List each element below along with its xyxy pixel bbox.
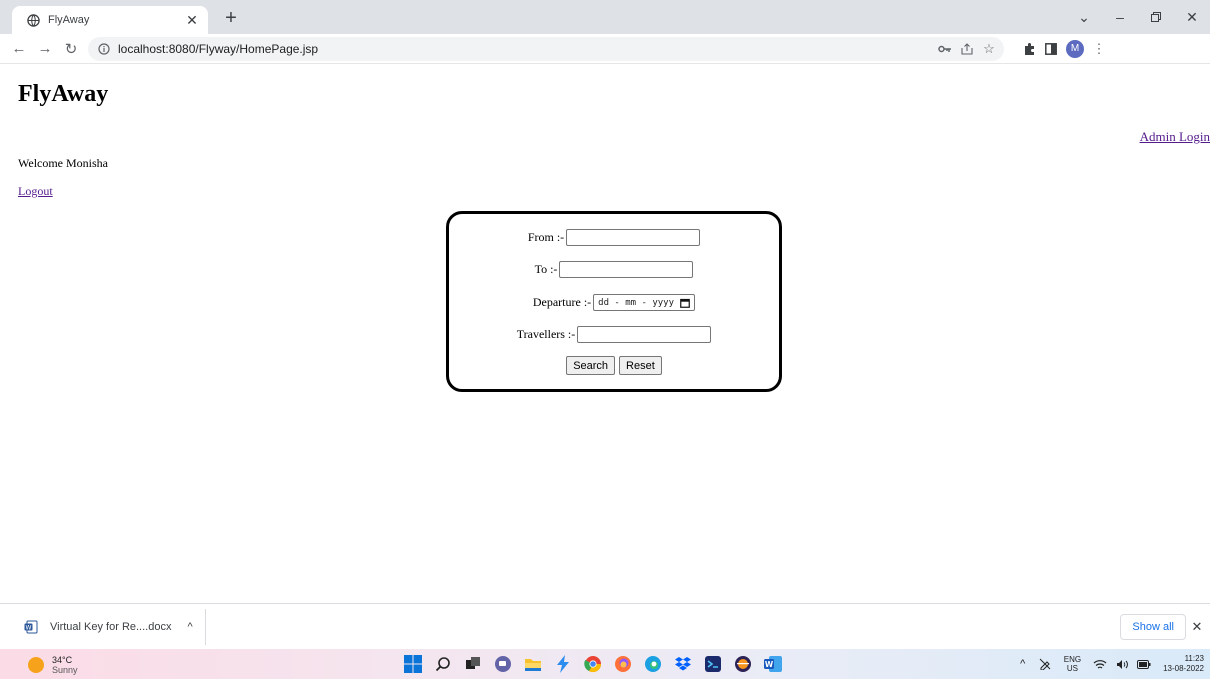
task-view-icon[interactable]	[462, 653, 484, 675]
from-input[interactable]	[566, 229, 701, 246]
weather-widget[interactable]: 34°C Sunny	[28, 655, 78, 675]
close-tab-icon[interactable]: ✕	[182, 10, 202, 30]
calendar-icon[interactable]	[680, 298, 691, 308]
file-explorer-icon[interactable]	[522, 653, 544, 675]
travellers-label: Travellers :-	[516, 327, 576, 341]
dropbox-icon[interactable]	[672, 653, 694, 675]
chevron-up-icon[interactable]: ^	[187, 621, 192, 633]
browser-tab[interactable]: FlyAway ✕	[12, 6, 208, 34]
browser-toolbar: ← → ↻ localhost:8080/Flyway/HomePage.jsp…	[0, 34, 1210, 64]
reset-button[interactable]: Reset	[619, 356, 662, 375]
profile-avatar[interactable]: M	[1066, 39, 1084, 58]
eclipse-icon[interactable]	[732, 653, 754, 675]
to-row: To :-	[449, 261, 779, 278]
taskbar-apps: W	[398, 653, 788, 675]
clock-time: 11:23	[1184, 654, 1204, 663]
new-tab-button[interactable]: +	[220, 7, 242, 29]
key-icon[interactable]	[934, 38, 956, 60]
departure-label: Departure :-	[532, 295, 592, 309]
welcome-message: Welcome Monisha	[18, 156, 109, 170]
logout-link[interactable]: Logout	[18, 184, 53, 199]
address-bar[interactable]: localhost:8080/Flyway/HomePage.jsp ☆	[88, 36, 1004, 61]
url-text: localhost:8080/Flyway/HomePage.jsp	[118, 41, 319, 56]
ide-icon[interactable]	[702, 653, 724, 675]
restore-icon[interactable]	[1138, 0, 1174, 34]
departure-row: Departure :- dd - mm - yyyy	[449, 294, 779, 311]
volume-icon[interactable]	[1113, 655, 1131, 673]
close-download-bar-icon[interactable]: ✕	[1188, 617, 1206, 637]
more-menu-icon[interactable]: ⋮	[1088, 38, 1110, 60]
chrome-icon[interactable]	[582, 653, 604, 675]
minimize-icon[interactable]: –	[1102, 0, 1138, 34]
power-automate-icon[interactable]	[552, 653, 574, 675]
battery-icon[interactable]	[1135, 655, 1153, 673]
search-icon[interactable]	[432, 653, 454, 675]
site-title: FlyAway	[18, 81, 109, 107]
side-panel-icon[interactable]	[1040, 38, 1062, 60]
chevron-up-tray-icon[interactable]: ^	[1014, 655, 1032, 673]
back-arrow-icon[interactable]: ←	[6, 36, 32, 62]
windows-taskbar: 34°C Sunny W ^ ENG US 11:23 13-08-2022	[0, 649, 1210, 679]
teams-chat-icon[interactable]	[492, 653, 514, 675]
temperature: 34°C	[52, 655, 73, 665]
weather-condition: Sunny	[52, 665, 78, 675]
reload-icon[interactable]: ↻	[58, 36, 84, 62]
to-input[interactable]	[559, 261, 694, 278]
wifi-icon[interactable]	[1091, 655, 1109, 673]
page-content: FlyAway Admin Login Welcome Monisha Logo…	[0, 65, 1210, 603]
svg-text:W: W	[765, 660, 774, 669]
travellers-row: Travellers :-	[449, 326, 779, 343]
download-file-name: Virtual Key for Re....docx	[50, 620, 172, 633]
to-label: To :-	[534, 262, 558, 276]
edge-icon[interactable]	[642, 653, 664, 675]
pen-off-icon[interactable]	[1036, 655, 1054, 673]
from-row: From :-	[449, 229, 779, 246]
date-placeholder: dd - mm - yyyy	[598, 297, 675, 308]
bookmark-star-icon[interactable]: ☆	[978, 38, 1000, 60]
download-item[interactable]: W Virtual Key for Re....docx ^	[0, 608, 206, 645]
svg-text:W: W	[26, 624, 32, 631]
globe-icon	[26, 13, 40, 27]
word-icon[interactable]: W	[762, 653, 784, 675]
language-primary: ENG	[1063, 655, 1082, 664]
firefox-icon[interactable]	[612, 653, 634, 675]
system-tray: ^ ENG US 11:23 13-08-2022	[1012, 651, 1204, 677]
sun-icon	[28, 657, 44, 673]
window-controls: ⌄ – ✕	[1066, 0, 1210, 34]
windows-start-icon[interactable]	[402, 653, 424, 675]
search-button[interactable]: Search	[566, 356, 616, 375]
flight-search-form: From :- To :- Departure :- dd - mm - yyy…	[446, 211, 782, 392]
info-icon[interactable]	[98, 42, 110, 55]
forward-arrow-icon[interactable]: →	[32, 36, 58, 62]
travellers-input[interactable]	[577, 326, 712, 343]
share-icon[interactable]	[956, 38, 978, 60]
extensions-puzzle-icon[interactable]	[1018, 38, 1040, 60]
download-bar: W Virtual Key for Re....docx ^ Show all …	[0, 603, 1210, 649]
from-label: From :-	[527, 230, 565, 244]
tab-search-icon[interactable]: ⌄	[1066, 0, 1102, 34]
show-all-button[interactable]: Show all	[1120, 614, 1186, 640]
language-secondary: US	[1066, 664, 1078, 673]
form-buttons-row: Search Reset	[449, 356, 779, 375]
close-window-icon[interactable]: ✕	[1174, 0, 1210, 34]
departure-date-input[interactable]: dd - mm - yyyy	[593, 294, 696, 311]
tab-title: FlyAway	[48, 14, 90, 26]
admin-login-link[interactable]: Admin Login	[1140, 129, 1210, 145]
clock-date: 13-08-2022	[1163, 664, 1204, 673]
browser-tab-strip: FlyAway ✕ + ⌄ – ✕	[0, 0, 1210, 34]
word-document-icon: W	[24, 620, 38, 634]
language-indicator[interactable]: ENG US	[1064, 655, 1081, 673]
clock[interactable]: 11:23 13-08-2022	[1163, 654, 1204, 674]
